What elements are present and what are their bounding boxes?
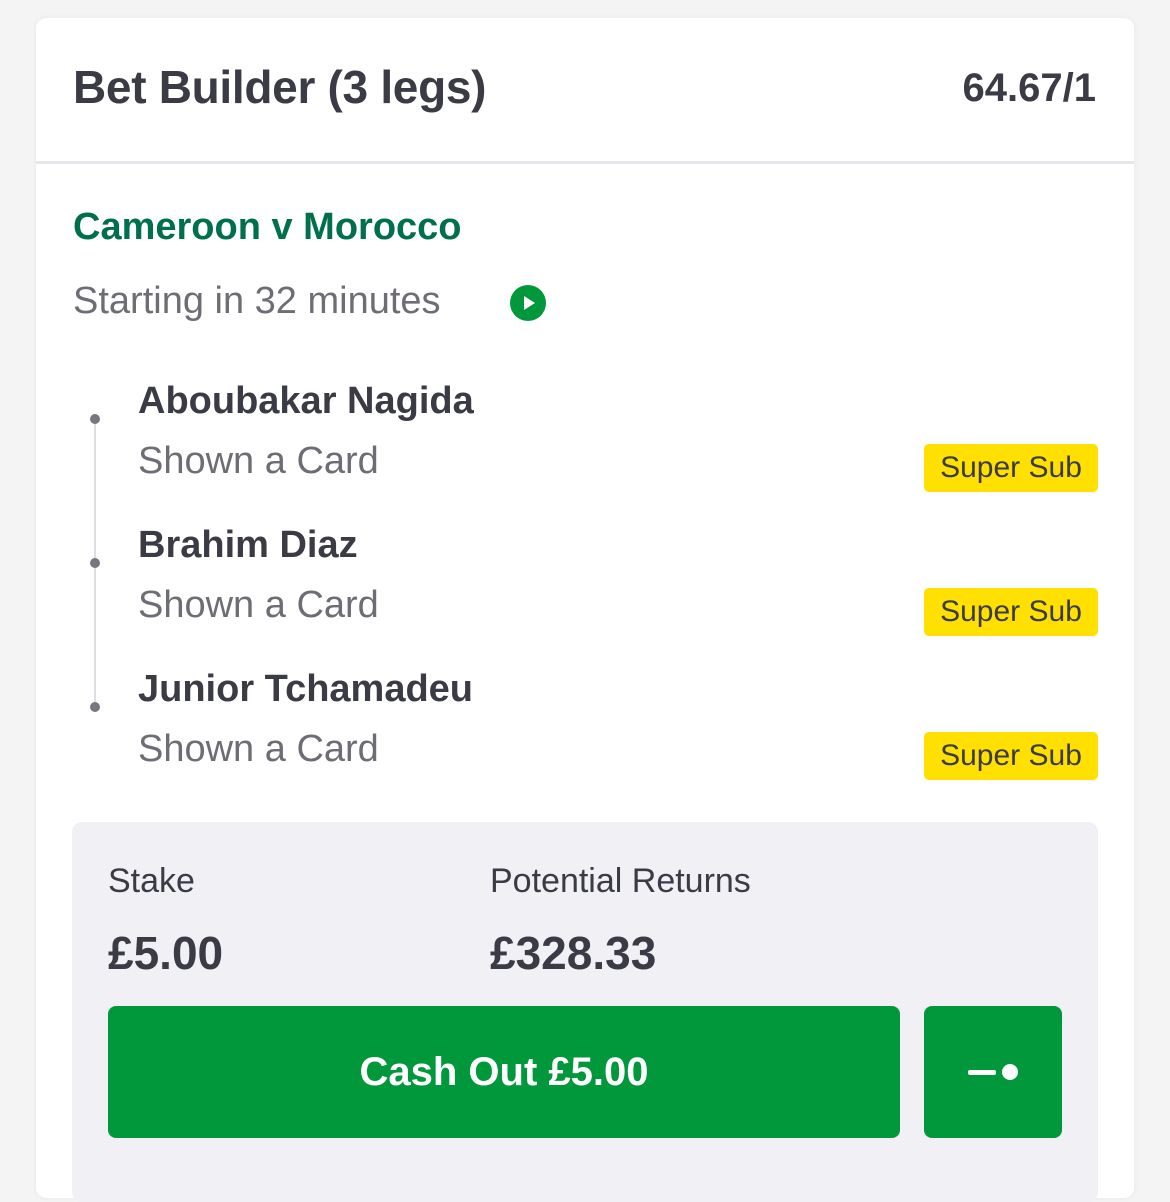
play-icon[interactable] bbox=[510, 285, 546, 321]
bet-leg: Aboubakar Nagida Shown a Card Super Sub bbox=[36, 380, 1134, 520]
leg-selection: Aboubakar Nagida bbox=[138, 380, 474, 422]
super-sub-badge: Super Sub bbox=[924, 444, 1098, 492]
super-sub-badge: Super Sub bbox=[924, 732, 1098, 780]
stake-label: Stake bbox=[108, 862, 195, 900]
bet-leg: Junior Tchamadeu Shown a Card Super Sub bbox=[36, 668, 1134, 808]
bet-header: Bet Builder (3 legs) 64.67/1 bbox=[36, 18, 1134, 164]
slider-icon bbox=[968, 1063, 1020, 1081]
bet-summary: Stake Potential Returns £5.00 £328.33 Ca… bbox=[72, 822, 1098, 1202]
returns-value: £328.33 bbox=[490, 927, 657, 979]
returns-label: Potential Returns bbox=[490, 862, 751, 900]
match-status: Starting in 32 minutes bbox=[73, 280, 441, 322]
match-title[interactable]: Cameroon v Morocco bbox=[73, 206, 462, 249]
super-sub-badge: Super Sub bbox=[924, 588, 1098, 636]
bet-odds: 64.67/1 bbox=[962, 66, 1096, 110]
leg-market: Shown a Card bbox=[138, 440, 379, 482]
leg-market: Shown a Card bbox=[138, 728, 379, 770]
leg-market: Shown a Card bbox=[138, 584, 379, 626]
cash-out-button[interactable]: Cash Out £5.00 bbox=[108, 1006, 900, 1138]
leg-dot-icon bbox=[90, 702, 100, 712]
bet-title: Bet Builder (3 legs) bbox=[73, 61, 487, 113]
bet-leg: Brahim Diaz Shown a Card Super Sub bbox=[36, 524, 1134, 664]
leg-selection: Brahim Diaz bbox=[138, 524, 358, 566]
leg-dot-icon bbox=[90, 414, 100, 424]
leg-dot-icon bbox=[90, 558, 100, 568]
partial-cash-out-button[interactable] bbox=[924, 1006, 1062, 1138]
leg-selection: Junior Tchamadeu bbox=[138, 668, 474, 710]
stake-value: £5.00 bbox=[108, 927, 224, 979]
bet-card: Bet Builder (3 legs) 64.67/1 Cameroon v … bbox=[36, 18, 1134, 1202]
cash-out-label: Cash Out £5.00 bbox=[359, 1049, 649, 1094]
